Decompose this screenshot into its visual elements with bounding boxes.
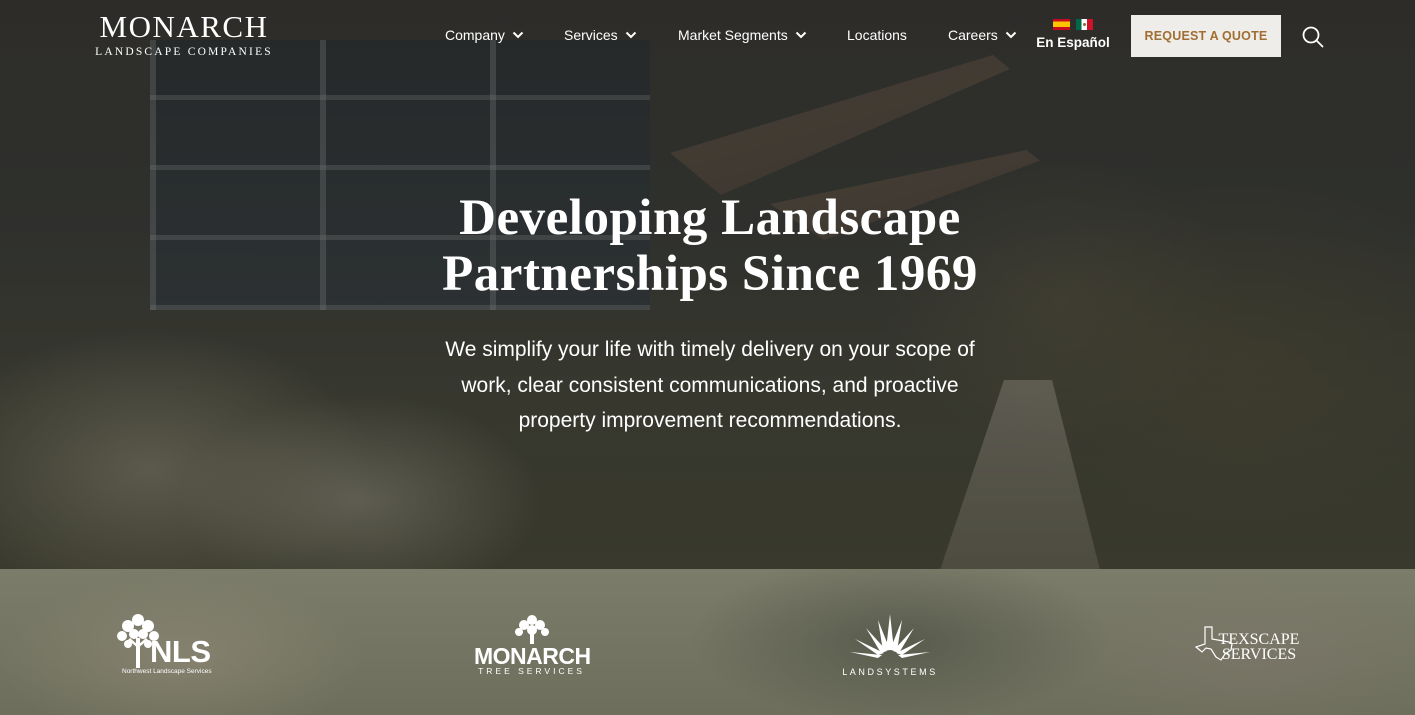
brand-tagline: TREE SERVICES [478, 666, 585, 676]
nav-item-locations[interactable]: Locations [847, 26, 907, 44]
flag-group [1033, 19, 1113, 30]
logo-sub-text: LANDSCAPE COMPANIES [95, 46, 273, 58]
nav-label: Services [564, 27, 618, 43]
nav-item-careers[interactable]: Careers [948, 26, 1017, 44]
brand-tagline: LANDSYSTEMS [842, 667, 938, 677]
brand-name: NLS [150, 634, 211, 669]
hero-subtitle: We simplify your life with timely delive… [445, 338, 975, 432]
hero-title-line-1: Developing Landscape [459, 190, 961, 246]
brand-logo-nls[interactable]: NLS Northwest Landscape Services [114, 612, 229, 678]
language-label: En Español [1036, 35, 1110, 50]
agave-icon [850, 614, 930, 658]
nav-label: Company [445, 27, 505, 43]
brand-tagline: Northwest Landscape Services [122, 668, 212, 675]
brand-logo-texscape-services[interactable]: TEXSCAPE SERVICES [1195, 624, 1307, 668]
brand-logo-monarch-tree-services[interactable]: MONARCH TREE SERVICES [474, 614, 591, 676]
hero-title-line-2: Partnerships Since 1969 [442, 246, 978, 302]
mexico-flag-icon [1076, 19, 1093, 30]
request-quote-button[interactable]: REQUEST A QUOTE [1131, 15, 1281, 57]
search-button[interactable] [1301, 25, 1325, 49]
language-switcher[interactable]: En Español [1033, 19, 1113, 50]
hero-title: Developing Landscape Partnerships Since … [357, 190, 1063, 302]
spain-flag-icon [1053, 19, 1070, 30]
nav-item-company[interactable]: Company [445, 26, 524, 44]
chevron-down-icon [625, 31, 636, 39]
search-icon [1302, 26, 1324, 48]
nav-item-services[interactable]: Services [564, 26, 637, 44]
chevron-down-icon [1005, 31, 1017, 39]
chevron-down-icon [512, 31, 524, 39]
chevron-down-icon [795, 31, 806, 39]
logo-main-text: MONARCH [99, 9, 269, 44]
nav-item-market-segments[interactable]: Market Segments [678, 26, 807, 44]
brand-logo-landsystems[interactable]: LANDSYSTEMS [832, 612, 948, 678]
site-logo[interactable]: MONARCH LANDSCAPE COMPANIES [87, 11, 281, 58]
nav-label: Market Segments [678, 27, 788, 43]
nav-label: Locations [847, 27, 907, 43]
tree-icon [515, 615, 549, 644]
nav-label: Careers [948, 27, 998, 43]
brand-name: TEXSCAPE SERVICES [1218, 631, 1300, 663]
